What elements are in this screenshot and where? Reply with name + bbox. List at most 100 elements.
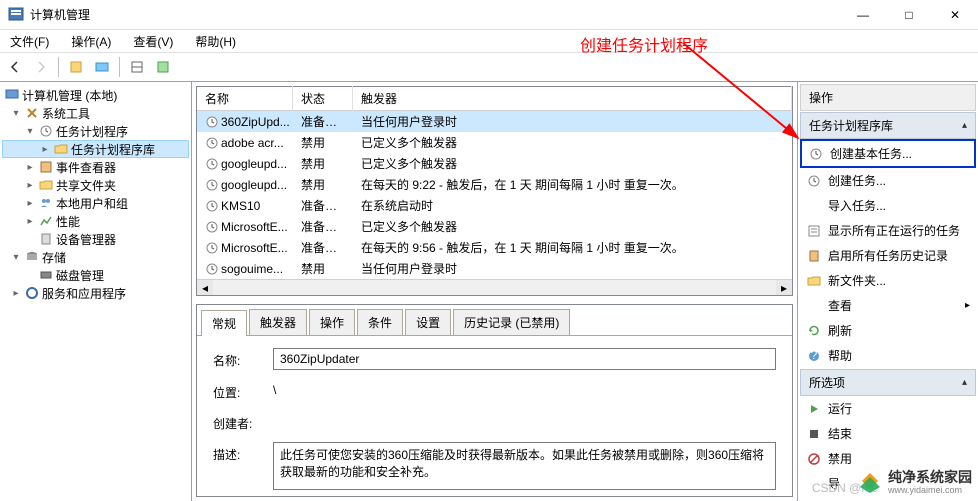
tree-task-scheduler[interactable]: ▾ 任务计划程序 xyxy=(2,122,189,140)
task-status: 禁用 xyxy=(293,258,353,279)
users-icon xyxy=(38,195,54,211)
task-row[interactable]: adobe acr...禁用已定义多个触发器 xyxy=(197,132,792,153)
name-input[interactable]: 360ZipUpdater xyxy=(273,348,776,370)
logo-sub: www.yidaimei.com xyxy=(888,486,972,496)
desc-textarea[interactable]: 此任务可使您安装的360压缩能及时获得最新版本。如果此任务被禁用或删除，则360… xyxy=(273,442,776,490)
actions-group-label: 任务计划程序库 xyxy=(809,117,893,134)
tab-history[interactable]: 历史记录 (已禁用) xyxy=(453,309,570,335)
expand-icon[interactable]: ▾ xyxy=(24,126,36,137)
tree-task-scheduler-library[interactable]: ▸ 任务计划程序库 xyxy=(2,140,189,158)
tree-performance[interactable]: ▸ 性能 xyxy=(2,212,189,230)
expand-icon[interactable]: ▾ xyxy=(10,108,22,119)
tools-icon xyxy=(24,105,40,121)
tree-storage-label: 存储 xyxy=(42,249,66,266)
action-show-running[interactable]: 显示所有正在运行的任务 xyxy=(800,218,976,243)
close-button[interactable]: ✕ xyxy=(932,0,978,30)
tab-conditions[interactable]: 条件 xyxy=(357,309,403,335)
tree-event-viewer[interactable]: ▸ 事件查看器 xyxy=(2,158,189,176)
expand-icon[interactable]: ▾ xyxy=(10,252,22,263)
task-trigger: 已定义多个触发器 xyxy=(353,153,792,174)
tree-local-users[interactable]: ▸ 本地用户和组 xyxy=(2,194,189,212)
task-row[interactable]: sogouime...禁用当任何用户登录时 xyxy=(197,258,792,279)
actions-group-selected[interactable]: 所选项 ▴ xyxy=(800,369,976,396)
tree-device-manager[interactable]: 设备管理器 xyxy=(2,230,189,248)
action-refresh[interactable]: 刷新 xyxy=(800,318,976,343)
action-view[interactable]: 查看 ▸ xyxy=(800,293,976,318)
task-row[interactable]: googleupd...禁用已定义多个触发器 xyxy=(197,153,792,174)
perf-icon xyxy=(38,213,54,229)
action-run[interactable]: 运行 xyxy=(800,396,976,421)
maximize-button[interactable]: □ xyxy=(886,0,932,30)
expand-icon[interactable]: ▸ xyxy=(24,180,36,191)
action-create-task[interactable]: 创建任务... xyxy=(800,168,976,193)
actions-group-library[interactable]: 任务计划程序库 ▴ xyxy=(800,112,976,139)
tree-library-label: 任务计划程序库 xyxy=(71,141,155,158)
toolbar-icon-4[interactable] xyxy=(152,56,174,78)
tree-shared-folders[interactable]: ▸ 共享文件夹 xyxy=(2,176,189,194)
toolbar-icon-1[interactable] xyxy=(65,56,87,78)
disk-icon xyxy=(38,267,54,283)
col-trigger[interactable]: 触发器 xyxy=(353,86,792,111)
expand-icon[interactable]: ▸ xyxy=(24,216,36,227)
menu-file[interactable]: 文件(F) xyxy=(6,31,53,52)
expand-icon[interactable]: ▸ xyxy=(10,288,22,299)
toolbar-icon-2[interactable] xyxy=(91,56,113,78)
actions-header: 操作 xyxy=(800,84,976,111)
task-status: 禁用 xyxy=(293,132,353,153)
folder-icon xyxy=(38,177,54,193)
desc-label: 描述: xyxy=(213,442,273,463)
scroll-right-icon[interactable]: ▸ xyxy=(776,280,792,295)
task-name: googleupd... xyxy=(221,157,287,171)
toolbar-icon-3[interactable] xyxy=(126,56,148,78)
task-status: 禁用 xyxy=(293,174,353,195)
col-status[interactable]: 状态 xyxy=(293,86,353,111)
tree-device-label: 设备管理器 xyxy=(56,231,116,248)
tab-triggers[interactable]: 触发器 xyxy=(249,309,307,335)
action-create-basic-task[interactable]: 创建基本任务... xyxy=(800,139,976,168)
action-label: 新文件夹... xyxy=(828,272,886,289)
action-label: 刷新 xyxy=(828,322,852,339)
toolbar xyxy=(0,52,978,82)
action-new-folder[interactable]: 新文件夹... xyxy=(800,268,976,293)
expand-icon[interactable]: ▸ xyxy=(24,198,36,209)
tree-disk-management[interactable]: 磁盘管理 xyxy=(2,266,189,284)
forward-button[interactable] xyxy=(30,56,52,78)
task-trigger: 已定义多个触发器 xyxy=(353,216,792,237)
tab-settings[interactable]: 设置 xyxy=(405,309,451,335)
action-label: 结束 xyxy=(828,425,852,442)
tree-storage[interactable]: ▾ 存储 xyxy=(2,248,189,266)
center-pane: 名称 状态 触发器 360ZipUpd...准备就绪当任何用户登录时adobe … xyxy=(192,82,798,501)
tab-actions[interactable]: 操作 xyxy=(309,309,355,335)
action-disable[interactable]: 禁用 xyxy=(800,446,976,471)
back-button[interactable] xyxy=(4,56,26,78)
tab-general[interactable]: 常规 xyxy=(201,310,247,336)
task-row[interactable]: MicrosoftE...准备就绪在每天的 9:56 - 触发后，在 1 天 期… xyxy=(197,237,792,258)
scroll-left-icon[interactable]: ◂ xyxy=(197,280,213,295)
expand-icon[interactable]: ▸ xyxy=(24,162,36,173)
expand-icon[interactable]: ▸ xyxy=(39,144,51,155)
action-enable-history[interactable]: 启用所有任务历史记录 xyxy=(800,243,976,268)
tree-services-label: 服务和应用程序 xyxy=(42,285,126,302)
col-name[interactable]: 名称 xyxy=(197,86,293,111)
task-status: 准备就绪 xyxy=(293,216,353,237)
action-end[interactable]: 结束 xyxy=(800,421,976,446)
action-help[interactable]: ? 帮助 xyxy=(800,343,976,368)
action-label: 启用所有任务历史记录 xyxy=(828,247,948,264)
menu-view[interactable]: 查看(V) xyxy=(129,31,177,52)
menu-help[interactable]: 帮助(H) xyxy=(191,31,240,52)
task-trigger: 在每天的 9:22 - 触发后，在 1 天 期间每隔 1 小时 重复一次。 xyxy=(353,174,792,195)
horizontal-scrollbar[interactable]: ◂ ▸ xyxy=(197,279,792,295)
tree-system-tools[interactable]: ▾ 系统工具 xyxy=(2,104,189,122)
minimize-button[interactable]: — xyxy=(840,0,886,30)
action-label: 运行 xyxy=(828,400,852,417)
task-row[interactable]: 360ZipUpd...准备就绪当任何用户登录时 xyxy=(197,111,792,132)
action-import[interactable]: 导入任务... xyxy=(800,193,976,218)
tree-root[interactable]: 计算机管理 (本地) xyxy=(2,86,189,104)
task-row[interactable]: googleupd...禁用在每天的 9:22 - 触发后，在 1 天 期间每隔… xyxy=(197,174,792,195)
menu-action[interactable]: 操作(A) xyxy=(67,31,115,52)
task-row[interactable]: MicrosoftE...准备就绪已定义多个触发器 xyxy=(197,216,792,237)
action-label: 导入任务... xyxy=(828,197,886,214)
tree-services[interactable]: ▸ 服务和应用程序 xyxy=(2,284,189,302)
task-row[interactable]: KMS10准备就绪在系统启动时 xyxy=(197,195,792,216)
history-icon xyxy=(806,248,822,264)
